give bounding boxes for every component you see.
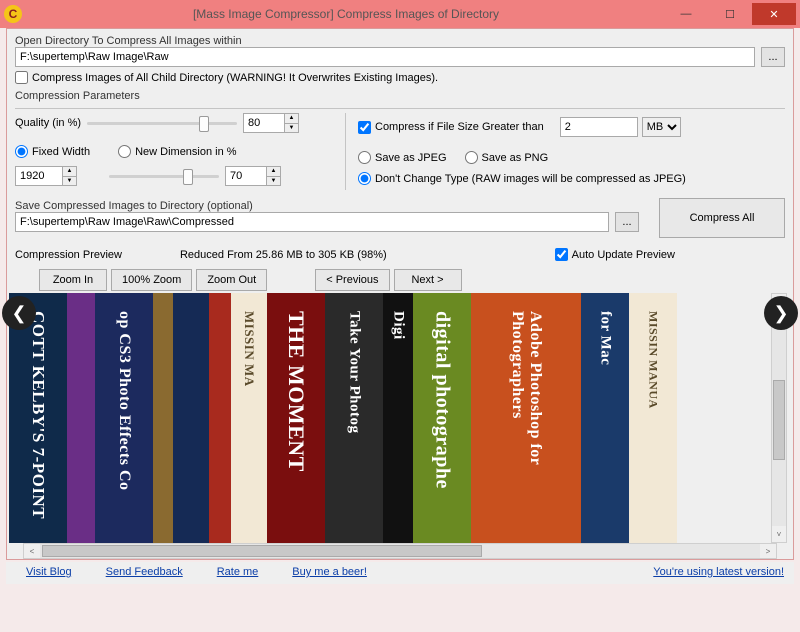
fixed-width-label: Fixed Width bbox=[32, 146, 90, 158]
minimize-button[interactable]: — bbox=[664, 3, 708, 25]
chevron-up-icon[interactable]: ▲ bbox=[284, 114, 298, 124]
chevron-down-icon[interactable]: ▼ bbox=[284, 124, 298, 133]
filesize-input[interactable] bbox=[560, 117, 638, 137]
maximize-button[interactable]: ☐ bbox=[708, 3, 752, 25]
dimension-pct-value[interactable] bbox=[226, 167, 266, 185]
open-dir-browse-button[interactable]: ... bbox=[761, 47, 785, 67]
rate-me-link[interactable]: Rate me bbox=[217, 566, 259, 578]
book-spine: Adobe Photoshop for Photographers bbox=[471, 293, 581, 543]
chevron-left-icon[interactable]: ˂ bbox=[24, 544, 40, 558]
close-button[interactable]: ✕ bbox=[752, 3, 796, 25]
scrollbar-thumb[interactable] bbox=[42, 545, 482, 557]
dont-change-radio[interactable] bbox=[358, 172, 371, 185]
send-feedback-link[interactable]: Send Feedback bbox=[106, 566, 183, 578]
window-title: [Mass Image Compressor] Compress Images … bbox=[28, 7, 664, 21]
carousel-next-icon[interactable]: ❯ bbox=[764, 296, 798, 330]
preview-heading: Compression Preview bbox=[15, 249, 122, 261]
book-spine: for Mac bbox=[581, 293, 629, 543]
vertical-scrollbar[interactable]: ˄ ˅ bbox=[771, 293, 787, 543]
scrollbar-thumb[interactable] bbox=[773, 380, 785, 460]
app-icon: C bbox=[4, 5, 22, 23]
quality-spinner[interactable]: ▲▼ bbox=[243, 113, 299, 133]
book-spine: op CS3 Photo Effects Co bbox=[95, 293, 153, 543]
zoom-100-button[interactable]: 100% Zoom bbox=[111, 269, 192, 291]
open-dir-input[interactable] bbox=[15, 47, 755, 67]
compress-if-label: Compress if File Size Greater than bbox=[375, 121, 544, 133]
book-spine: Take Your Photog bbox=[325, 293, 383, 543]
new-dimension-label: New Dimension in % bbox=[135, 146, 236, 158]
book-spine bbox=[67, 293, 95, 543]
compress-all-button[interactable]: Compress All bbox=[659, 198, 785, 238]
child-dir-checkbox[interactable] bbox=[15, 71, 28, 84]
dont-change-label: Don't Change Type (RAW images will be co… bbox=[375, 173, 686, 185]
book-spine: MISSIN MA bbox=[231, 293, 267, 543]
quality-value[interactable] bbox=[244, 114, 284, 132]
buy-beer-link[interactable]: Buy me a beer! bbox=[292, 566, 367, 578]
zoom-in-button[interactable]: Zoom In bbox=[39, 269, 107, 291]
save-png-radio[interactable] bbox=[465, 151, 478, 164]
book-spine: Digi bbox=[383, 293, 413, 543]
book-spine: THE MOMENT bbox=[267, 293, 325, 543]
version-link[interactable]: You're using latest version! bbox=[653, 566, 784, 578]
book-spine: digital photographe bbox=[413, 293, 471, 543]
visit-blog-link[interactable]: Visit Blog bbox=[26, 566, 72, 578]
auto-update-checkbox[interactable] bbox=[555, 248, 568, 261]
reduced-text: Reduced From 25.86 MB to 305 KB (98%) bbox=[180, 249, 387, 261]
save-to-browse-button[interactable]: ... bbox=[615, 212, 639, 232]
open-dir-label: Open Directory To Compress All Images wi… bbox=[15, 35, 785, 47]
book-spine bbox=[153, 293, 173, 543]
book-spine: MISSIN MANUA bbox=[629, 293, 677, 543]
unit-select[interactable]: MB bbox=[642, 117, 681, 137]
fixed-width-radio[interactable] bbox=[15, 145, 28, 158]
chevron-right-icon[interactable]: ˃ bbox=[760, 544, 776, 558]
chevron-down-icon[interactable]: ˅ bbox=[772, 526, 786, 542]
client-area: Open Directory To Compress All Images wi… bbox=[6, 28, 794, 560]
new-dimension-radio[interactable] bbox=[118, 145, 131, 158]
dimension-slider[interactable] bbox=[109, 167, 219, 185]
carousel-prev-icon[interactable]: ❮ bbox=[2, 296, 36, 330]
width-value[interactable] bbox=[16, 167, 62, 185]
titlebar: C [Mass Image Compressor] Compress Image… bbox=[0, 0, 800, 28]
save-png-label: Save as PNG bbox=[482, 152, 549, 164]
params-heading: Compression Parameters bbox=[15, 90, 785, 102]
quality-label: Quality (in %) bbox=[15, 117, 81, 129]
auto-update-label: Auto Update Preview bbox=[572, 249, 675, 261]
child-dir-label: Compress Images of All Child Directory (… bbox=[32, 72, 438, 84]
preview-image[interactable]: COTT KELBY'S 7-POINT op CS3 Photo Effects… bbox=[9, 293, 775, 543]
zoom-out-button[interactable]: Zoom Out bbox=[196, 269, 267, 291]
footer-links: Visit Blog Send Feedback Rate me Buy me … bbox=[6, 562, 794, 584]
save-jpeg-radio[interactable] bbox=[358, 151, 371, 164]
save-jpeg-label: Save as JPEG bbox=[375, 152, 447, 164]
previous-button[interactable]: < Previous bbox=[315, 269, 389, 291]
next-button[interactable]: Next > bbox=[394, 269, 462, 291]
dimension-pct-spinner[interactable]: ▲▼ bbox=[225, 166, 281, 186]
width-spinner[interactable]: ▲▼ bbox=[15, 166, 77, 186]
quality-slider[interactable] bbox=[87, 114, 237, 132]
book-spine: COTT KELBY'S 7-POINT bbox=[9, 293, 67, 543]
compress-if-checkbox[interactable] bbox=[358, 121, 371, 134]
book-spine bbox=[173, 293, 209, 543]
horizontal-scrollbar[interactable]: ˂ ˃ bbox=[23, 543, 777, 559]
book-spine bbox=[209, 293, 231, 543]
save-to-input[interactable] bbox=[15, 212, 609, 232]
